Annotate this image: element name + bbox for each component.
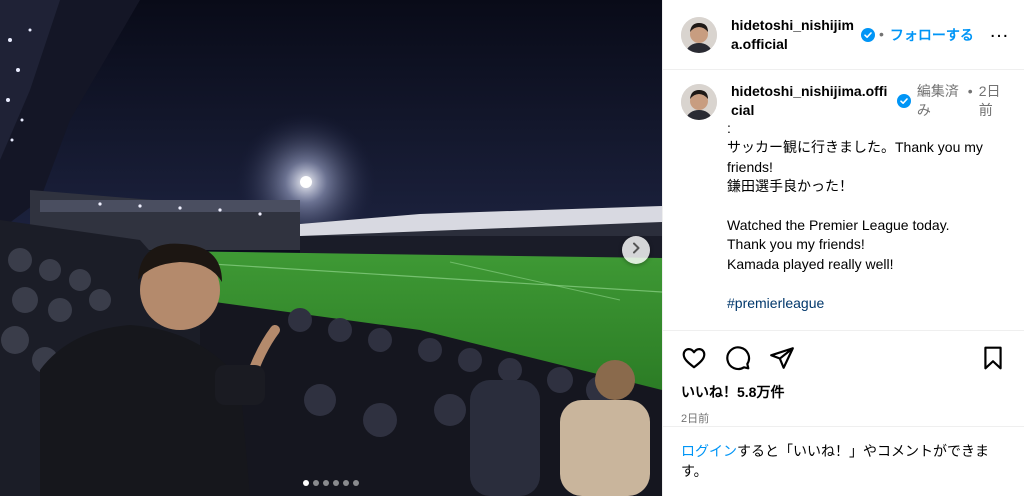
slide-dot: [353, 480, 359, 486]
slide-dot: [303, 480, 309, 486]
slide-dot: [313, 480, 319, 486]
verified-badge-icon: [896, 94, 911, 108]
slide-dot: [343, 480, 349, 486]
stadium-photo: [0, 0, 662, 496]
caption-text: : サッカー観に行きました。Thank you my friends! 鎌田選手…: [727, 119, 1006, 313]
login-prompt: ログインすると「いいね！」やコメントができます。: [663, 426, 1024, 495]
post-side-panel: hidetoshi_nishijima.official • フォローする … …: [662, 0, 1024, 496]
caption-time[interactable]: 2日前: [979, 82, 1006, 120]
post-date[interactable]: 2日前: [681, 410, 1006, 426]
header-username[interactable]: hidetoshi_nishijima.official: [731, 16, 857, 54]
caption-username[interactable]: hidetoshi_nishijima.official: [731, 82, 893, 120]
hashtag-link[interactable]: #premierleague: [727, 295, 824, 311]
bookmark-icon[interactable]: [980, 345, 1006, 371]
post-header: hidetoshi_nishijima.official • フォローする …: [663, 0, 1024, 70]
action-icons: [681, 343, 1006, 373]
slide-indicator: [0, 480, 662, 486]
login-link[interactable]: ログイン: [681, 443, 737, 459]
caption-body: : サッカー観に行きました。Thank you my friends! 鎌田選手…: [727, 120, 983, 272]
chevron-right-icon: [630, 241, 642, 259]
instagram-post: hidetoshi_nishijima.official • フォローする … …: [0, 0, 1024, 496]
header-separator: •: [879, 26, 884, 42]
caption-header: hidetoshi_nishijima.official 編集済み • 2日前: [681, 82, 1006, 120]
more-options-icon[interactable]: …: [989, 21, 1010, 44]
follow-button[interactable]: フォローする: [890, 25, 974, 45]
slide-dot: [333, 480, 339, 486]
comment-icon[interactable]: [725, 345, 751, 371]
caption-separator: •: [967, 83, 973, 99]
verified-badge-icon: [861, 27, 875, 42]
share-icon[interactable]: [769, 345, 795, 371]
actions-section: いいね！5.8万件 2日前: [663, 330, 1024, 426]
next-slide-button[interactable]: [622, 236, 650, 264]
heart-icon[interactable]: [681, 345, 707, 371]
edited-label: 編集済み: [916, 83, 959, 118]
post-photo[interactable]: [0, 0, 662, 496]
avatar[interactable]: [681, 84, 717, 120]
avatar[interactable]: [681, 16, 717, 53]
likes-count[interactable]: いいね！5.8万件: [681, 382, 1006, 402]
slide-dot: [323, 480, 329, 486]
caption-section: hidetoshi_nishijima.official 編集済み • 2日前 …: [663, 70, 1024, 330]
